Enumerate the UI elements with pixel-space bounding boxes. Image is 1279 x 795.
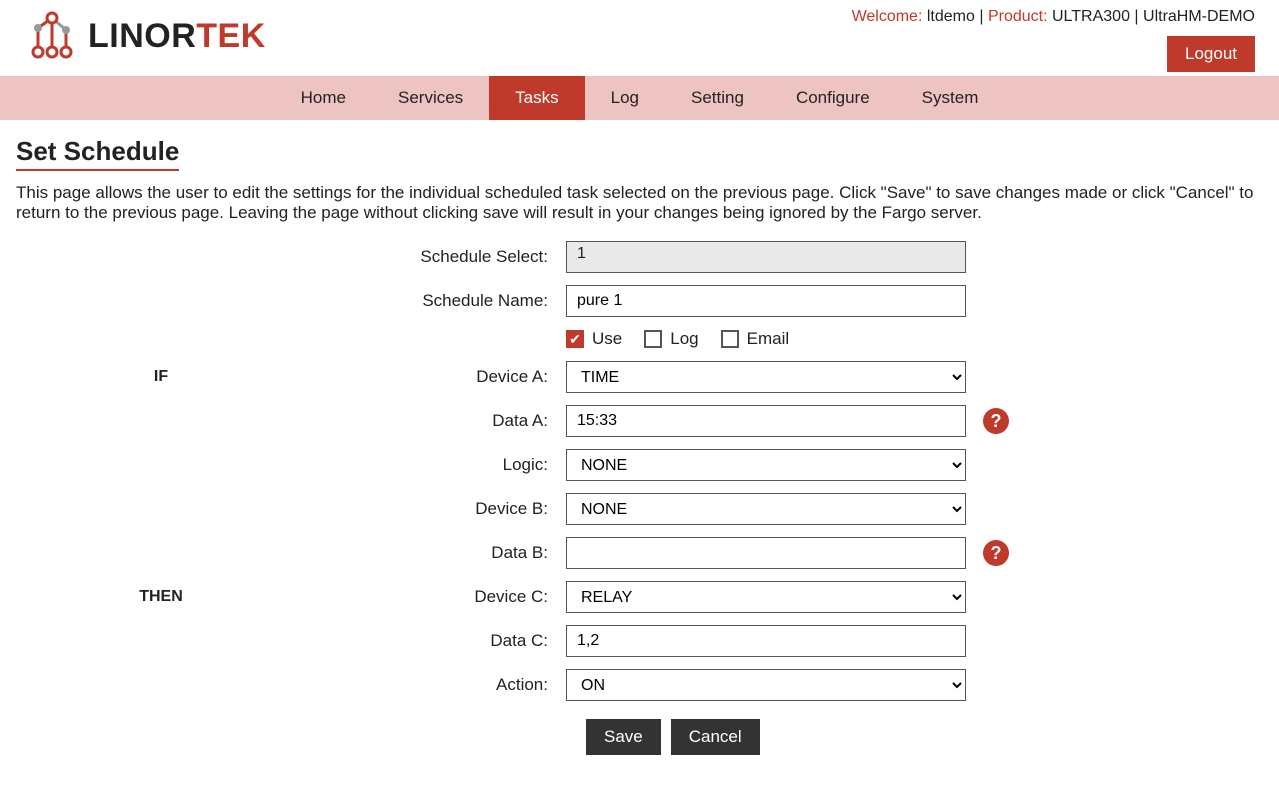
- deviceA-label: Device A:: [336, 367, 566, 387]
- nav-item-system[interactable]: System: [896, 76, 1005, 120]
- schedule-select-field: 1: [566, 241, 966, 273]
- schedule-name-label: Schedule Name:: [336, 291, 566, 311]
- page-title: Set Schedule: [16, 136, 179, 171]
- dataC-label: Data C:: [336, 631, 566, 651]
- deviceB-label: Device B:: [336, 499, 566, 519]
- main-nav: HomeServicesTasksLogSettingConfigureSyst…: [0, 76, 1279, 120]
- page-description: This page allows the user to edit the se…: [16, 183, 1263, 223]
- email-checkbox[interactable]: [721, 330, 739, 348]
- log-checkbox-label: Log: [644, 329, 698, 349]
- logo-icon: [24, 8, 80, 64]
- brand-logo: LINORTEK: [24, 8, 266, 64]
- dataC-input[interactable]: [566, 625, 966, 657]
- dataA-input[interactable]: [566, 405, 966, 437]
- nav-item-services[interactable]: Services: [372, 76, 489, 120]
- nav-item-setting[interactable]: Setting: [665, 76, 770, 120]
- schedule-name-input[interactable]: [566, 285, 966, 317]
- dataA-label: Data A:: [336, 411, 566, 431]
- schedule-select-label: Schedule Select:: [336, 247, 566, 267]
- dataB-label: Data B:: [336, 543, 566, 563]
- nav-item-tasks[interactable]: Tasks: [489, 76, 584, 120]
- brand-text: LINORTEK: [88, 17, 266, 56]
- save-button[interactable]: Save: [586, 719, 661, 755]
- welcome-line: Welcome: ltdemo | Product: ULTRA300 | Ul…: [852, 8, 1255, 26]
- cancel-button[interactable]: Cancel: [671, 719, 760, 755]
- use-checkbox-label: ✔ Use: [566, 329, 622, 349]
- action-select[interactable]: ON: [566, 669, 966, 701]
- help-icon[interactable]: ?: [983, 540, 1009, 566]
- email-checkbox-label: Email: [721, 329, 790, 349]
- action-label: Action:: [336, 675, 566, 695]
- deviceB-select[interactable]: NONE: [566, 493, 966, 525]
- help-icon[interactable]: ?: [983, 408, 1009, 434]
- then-label: THEN: [16, 588, 336, 606]
- logic-label: Logic:: [336, 455, 566, 475]
- log-checkbox[interactable]: [644, 330, 662, 348]
- nav-item-log[interactable]: Log: [585, 76, 665, 120]
- deviceC-select[interactable]: RELAY: [566, 581, 966, 613]
- deviceA-select[interactable]: TIME: [566, 361, 966, 393]
- nav-item-home[interactable]: Home: [275, 76, 372, 120]
- if-label: IF: [16, 368, 336, 386]
- dataB-input[interactable]: [566, 537, 966, 569]
- logic-select[interactable]: NONE: [566, 449, 966, 481]
- nav-item-configure[interactable]: Configure: [770, 76, 896, 120]
- use-checkbox[interactable]: ✔: [566, 330, 584, 348]
- deviceC-label: Device C:: [336, 587, 566, 607]
- logout-button[interactable]: Logout: [1167, 36, 1255, 72]
